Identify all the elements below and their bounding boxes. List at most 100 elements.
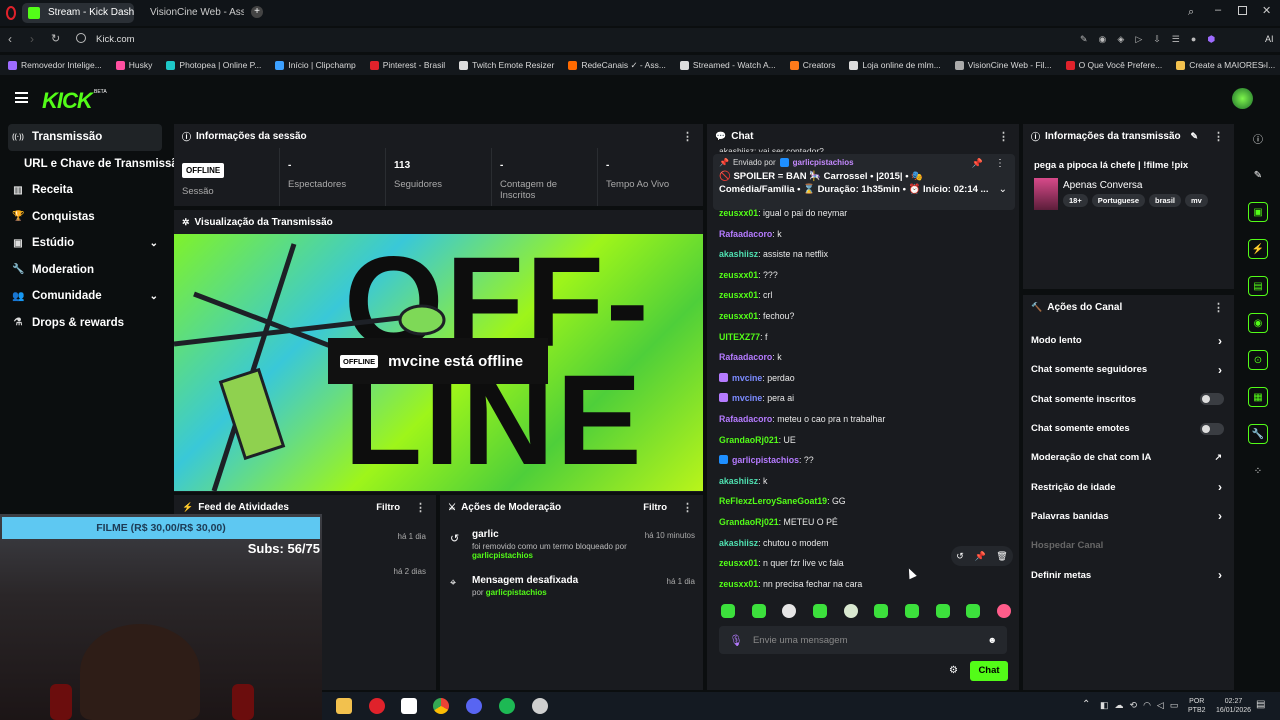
- channel-action[interactable]: Modo lento ›: [1023, 326, 1234, 355]
- close-window-icon[interactable]: ✕: [1262, 4, 1271, 17]
- shield-icon[interactable]: ◈: [1117, 34, 1124, 45]
- notifications-icon[interactable]: ▤: [1256, 699, 1265, 710]
- bookmarks-overflow-icon[interactable]: »: [1261, 60, 1266, 70]
- chat-username[interactable]: zeusxx01: [719, 558, 758, 568]
- forward-icon[interactable]: ›: [30, 32, 34, 46]
- edit-icon[interactable]: ✎: [1080, 34, 1088, 45]
- chat-username[interactable]: zeusxx01: [719, 579, 758, 589]
- emote-icon[interactable]: [782, 604, 797, 618]
- tray-app-icon[interactable]: ⟲: [1130, 700, 1138, 711]
- lightning-icon[interactable]: ⚡: [1248, 239, 1268, 259]
- url-text[interactable]: Kick.com: [96, 34, 135, 45]
- sidebar-item-0[interactable]: ((·)) Transmissão: [8, 124, 162, 151]
- chat-username[interactable]: akashiisz: [719, 538, 758, 548]
- capcut-icon[interactable]: [401, 698, 417, 714]
- bookmark-item[interactable]: Removedor Intelige...: [8, 60, 102, 70]
- kebab-menu-icon[interactable]: ⋮: [682, 130, 693, 143]
- download-icon[interactable]: ⇩: [1153, 34, 1161, 45]
- emote-icon[interactable]: [874, 604, 889, 618]
- emote-icon[interactable]: [751, 604, 766, 618]
- chat-username[interactable]: zeusxx01: [719, 311, 758, 321]
- pinned-user[interactable]: garlicpistachios: [793, 158, 854, 167]
- chat-message[interactable]: akashiisz: k: [707, 471, 1015, 492]
- chat-username[interactable]: ReFlexzLeroySaneGoat19: [719, 496, 827, 506]
- channel-action[interactable]: Chat somente seguidores ›: [1023, 355, 1234, 384]
- activity-filter[interactable]: Filtro: [376, 502, 400, 513]
- battery-icon[interactable]: ▭: [1170, 700, 1179, 711]
- chat-icon[interactable]: ◉: [1248, 313, 1268, 333]
- sidebar-item-3[interactable]: 🏆 Conquistas: [0, 204, 170, 231]
- toggle-switch[interactable]: [1200, 422, 1224, 435]
- bookmark-item[interactable]: VisionCine Web - Fil...: [954, 60, 1052, 70]
- emote-icon[interactable]: [904, 604, 919, 618]
- expand-chevron-icon[interactable]: ⌄: [999, 184, 1007, 195]
- emote-icon[interactable]: [812, 604, 827, 618]
- moderation-item-by[interactable]: garlicpistachios: [486, 588, 547, 597]
- channel-action[interactable]: Palavras banidas ›: [1023, 502, 1234, 531]
- chat-message[interactable]: zeusxx01: crl: [707, 285, 1015, 306]
- sidebar-item-2[interactable]: ▥ Receita: [0, 177, 170, 204]
- chat-message[interactable]: zeusxx01: ???: [707, 265, 1015, 286]
- bookmark-item[interactable]: O Que Você Prefere...: [1065, 60, 1162, 70]
- channel-action[interactable]: Chat somente emotes: [1023, 414, 1234, 443]
- play-icon[interactable]: ▷: [1135, 34, 1142, 45]
- obs-icon[interactable]: [532, 698, 548, 714]
- bookmark-item[interactable]: Photopea | Online P...: [166, 60, 261, 70]
- pin-icon[interactable]: 📌: [974, 551, 985, 562]
- pin-toggle-icon[interactable]: 📌: [972, 158, 983, 169]
- chat-username[interactable]: zeusxx01: [719, 270, 758, 280]
- file-explorer-icon[interactable]: [336, 698, 352, 714]
- profile-icon[interactable]: ●: [1191, 34, 1196, 45]
- bookmark-item[interactable]: Loja online de mlm...: [849, 60, 941, 70]
- broadcast-icon[interactable]: ⊙: [1248, 350, 1268, 370]
- kebab-menu-icon[interactable]: ⋮: [998, 130, 1009, 143]
- bookmark-item[interactable]: Twitch Emote Resizer: [459, 60, 554, 70]
- bookmark-item[interactable]: Pinterest - Brasil: [369, 60, 445, 70]
- tag[interactable]: mv: [1185, 194, 1208, 207]
- emote-icon[interactable]: [843, 604, 858, 618]
- ai-button[interactable]: AI: [1265, 34, 1274, 44]
- bookmark-item[interactable]: Início | Clipchamp: [275, 60, 356, 70]
- emote-icon[interactable]: [721, 604, 735, 618]
- chat-message[interactable]: GrandaoRj021: METEU O PÉ: [707, 512, 1015, 533]
- chat-username[interactable]: Rafaadacoro: [719, 414, 772, 424]
- camera-icon[interactable]: ◉: [1099, 34, 1107, 45]
- chat-username[interactable]: akashiisz: [719, 249, 758, 259]
- clock[interactable]: 02:27 16/01/2026: [1216, 697, 1251, 715]
- sidebar-item-1[interactable]: URL e Chave de Transmissão: [0, 151, 185, 178]
- chat-username[interactable]: GrandaoRj021: [719, 435, 779, 445]
- emoji-icon[interactable]: ☻: [988, 635, 997, 645]
- chat-username[interactable]: akashiisz: [719, 476, 758, 486]
- tag[interactable]: 18+: [1063, 194, 1088, 207]
- hamburger-menu-icon[interactable]: [15, 92, 28, 103]
- chat-username[interactable]: UITEXZ77: [719, 332, 760, 342]
- kebab-menu-icon[interactable]: ⋮: [995, 158, 1005, 169]
- chrome-icon[interactable]: [433, 698, 449, 714]
- chat-username[interactable]: mvcine: [732, 373, 762, 383]
- chat-message[interactable]: mvcine: perdao: [707, 368, 1015, 389]
- edit-icon[interactable]: ✎: [1190, 131, 1198, 142]
- chat-message[interactable]: mvcine: pera ai: [707, 388, 1015, 409]
- discord-icon[interactable]: [466, 698, 482, 714]
- opera-icon[interactable]: [369, 698, 385, 714]
- emote-icon[interactable]: [996, 604, 1011, 618]
- edit-icon[interactable]: ✎: [1248, 165, 1268, 185]
- chat-send-button[interactable]: Chat: [970, 661, 1008, 681]
- channel-action[interactable]: Chat somente inscritos: [1023, 385, 1234, 414]
- moderation-filter[interactable]: Filtro: [643, 502, 667, 513]
- tag[interactable]: Portuguese: [1091, 194, 1145, 207]
- sidebar-item-7[interactable]: ⚗ Drops & rewards: [0, 310, 170, 337]
- cloud-icon[interactable]: ☁: [1115, 700, 1124, 711]
- chat-message[interactable]: zeusxx01: igual o pai do neymar: [707, 203, 1015, 224]
- new-tab-icon[interactable]: +: [251, 6, 263, 18]
- chat-username[interactable]: GrandaoRj021: [719, 517, 779, 527]
- apps-icon[interactable]: ⁘: [1248, 461, 1268, 481]
- bookmark-item[interactable]: Streamed - Watch A...: [679, 60, 776, 70]
- menu-icon[interactable]: ☰: [1172, 34, 1180, 45]
- kebab-menu-icon[interactable]: ⋮: [1213, 301, 1224, 314]
- volume-icon[interactable]: ◁: [1157, 700, 1164, 711]
- chat-settings-icon[interactable]: ⚙: [949, 665, 958, 676]
- bookmark-item[interactable]: Creators: [789, 60, 835, 70]
- chat-message[interactable]: GrandaoRj021: UE: [707, 430, 1015, 451]
- kebab-menu-icon[interactable]: ⋮: [415, 501, 426, 514]
